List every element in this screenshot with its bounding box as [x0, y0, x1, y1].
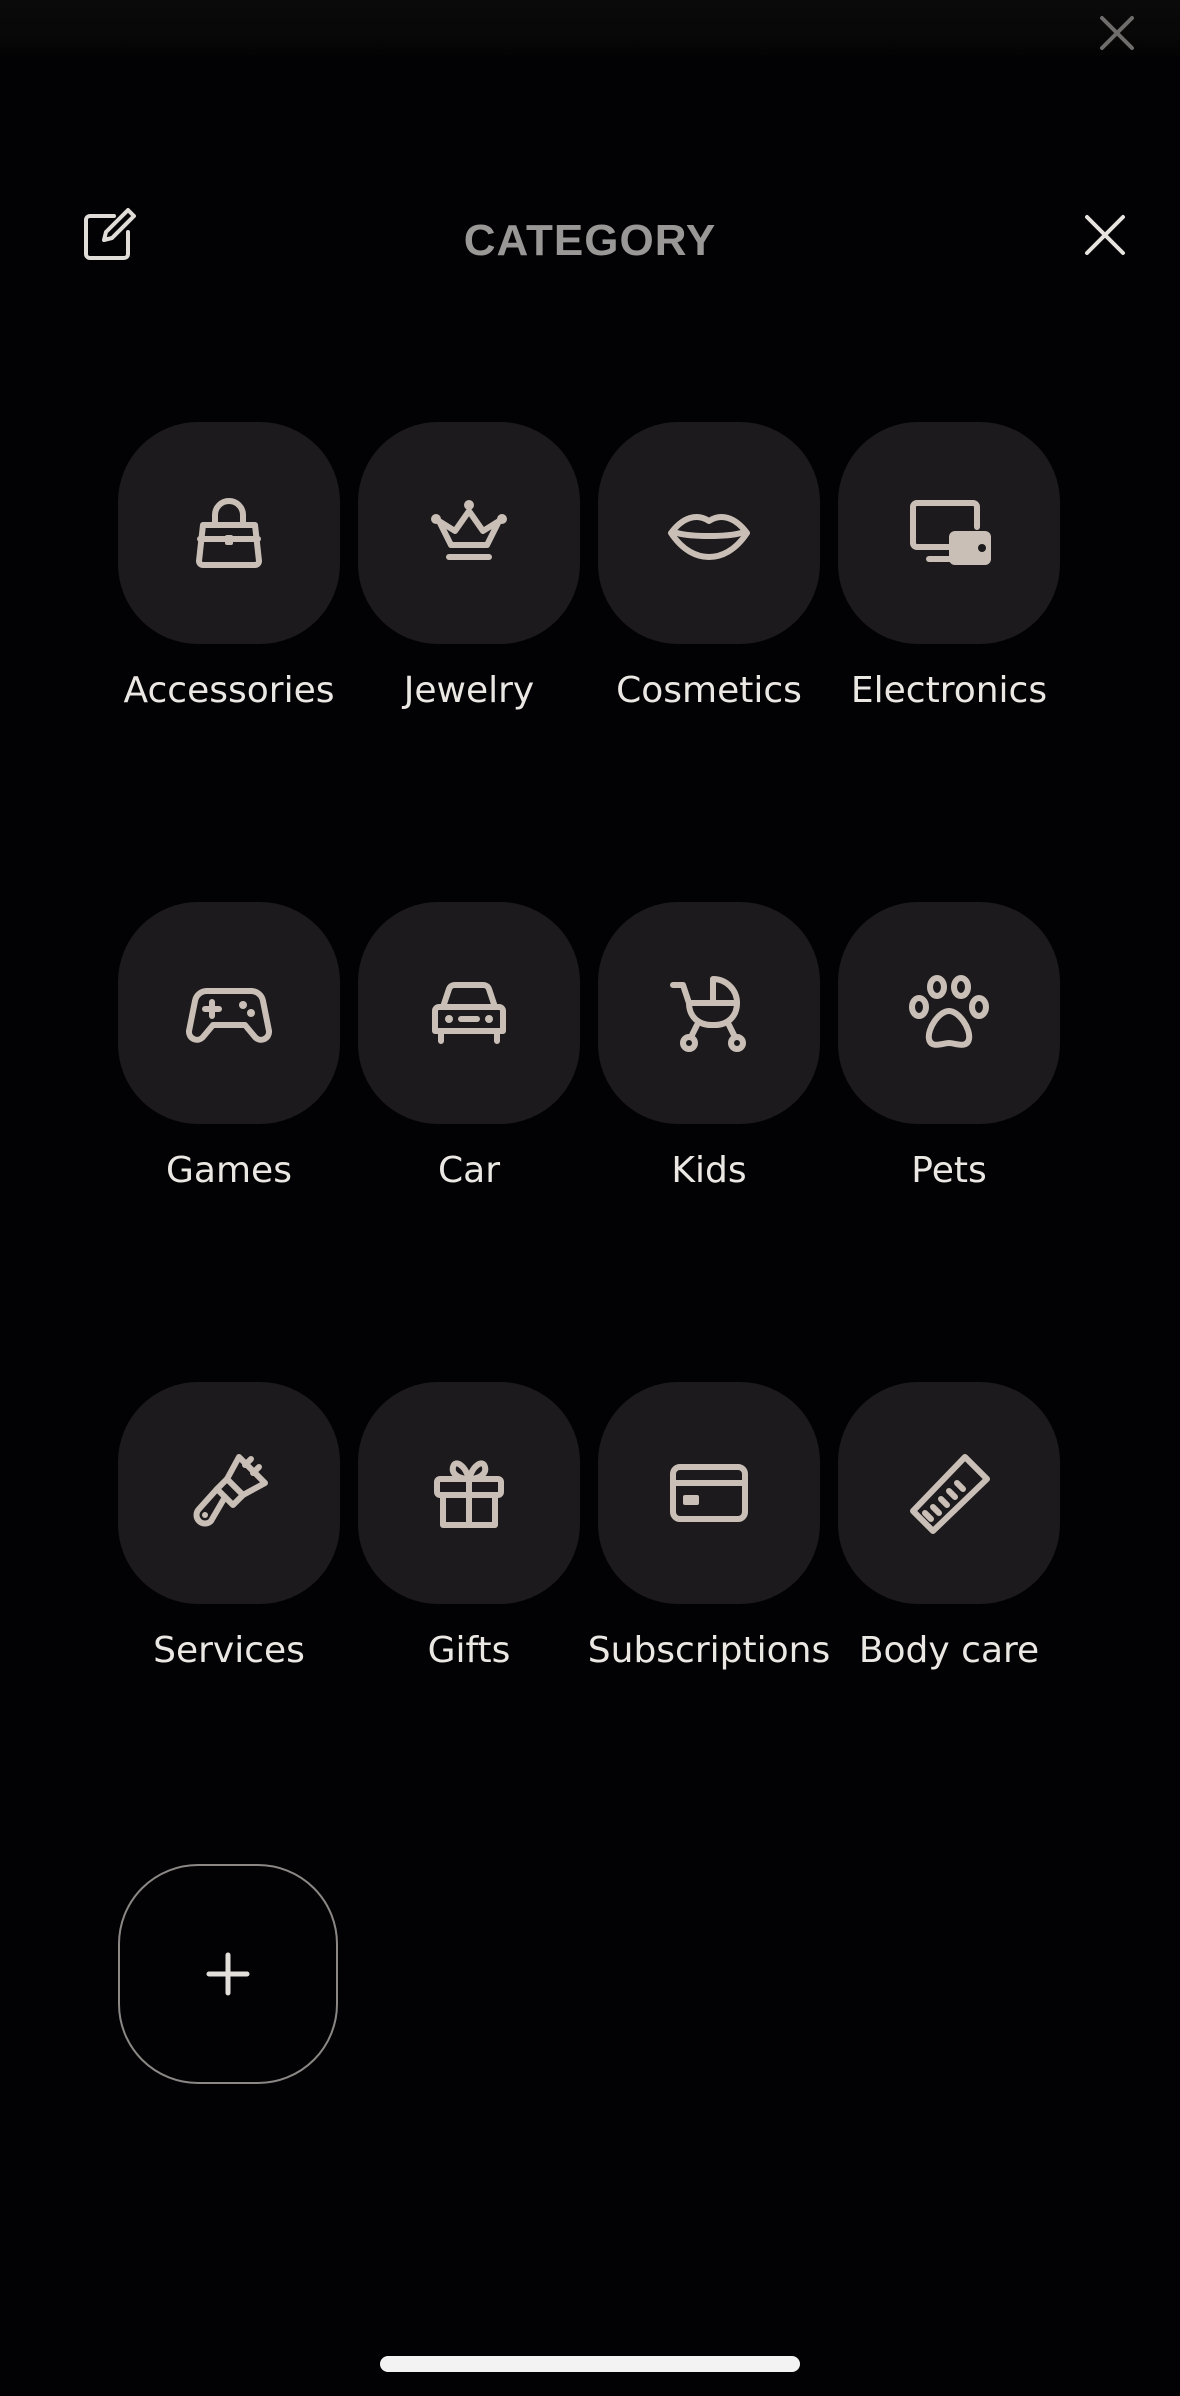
- category-tile[interactable]: [598, 1382, 820, 1604]
- category-car[interactable]: Car: [358, 902, 580, 1382]
- background-close-button[interactable]: [1094, 10, 1140, 56]
- category-label: Subscriptions: [587, 1630, 831, 1671]
- category-label: Services: [153, 1630, 305, 1671]
- category-games[interactable]: Games: [118, 902, 340, 1382]
- category-tile[interactable]: [838, 902, 1060, 1124]
- category-tile[interactable]: [838, 422, 1060, 644]
- category-label: Games: [166, 1150, 292, 1191]
- devices-icon: [910, 500, 991, 565]
- category-jewelry[interactable]: Jewelry: [358, 422, 580, 902]
- close-icon: [1100, 16, 1134, 50]
- category-electronics[interactable]: Electronics: [838, 422, 1060, 902]
- close-icon: [1085, 215, 1125, 255]
- category-tile[interactable]: [358, 1382, 580, 1604]
- category-pets[interactable]: Pets: [838, 902, 1060, 1382]
- car-icon: [432, 982, 506, 1044]
- paw-icon: [909, 975, 989, 1048]
- category-services[interactable]: Services: [118, 1382, 340, 1862]
- category-row: Games Car Kids Pets: [118, 902, 1062, 1382]
- category-subscriptions[interactable]: Subscriptions: [588, 1382, 830, 1862]
- category-body-care[interactable]: Body care: [838, 1382, 1060, 1862]
- header: CATEGORY: [0, 180, 1180, 300]
- page-title: CATEGORY: [463, 216, 717, 265]
- category-grid: Accessories Jewelry Cosmetics Electronic…: [118, 422, 1062, 1862]
- category-label: Pets: [911, 1150, 987, 1191]
- category-gifts[interactable]: Gifts: [358, 1382, 580, 1862]
- category-tile[interactable]: [598, 902, 820, 1124]
- home-indicator[interactable]: [380, 2356, 800, 2372]
- gift-icon: [434, 1460, 504, 1528]
- category-label: Body care: [858, 1630, 1040, 1671]
- add-category-button[interactable]: [118, 1864, 338, 2084]
- stroller-icon: [670, 976, 746, 1052]
- comb-icon: [910, 1454, 990, 1534]
- category-label: Jewelry: [403, 670, 535, 711]
- category-label: Accessories: [123, 670, 335, 711]
- category-label: Cosmetics: [616, 670, 802, 711]
- category-label: Gifts: [427, 1630, 511, 1671]
- category-label: Kids: [671, 1150, 747, 1191]
- handbag-icon: [196, 498, 262, 568]
- background-sheet: [0, 0, 1180, 56]
- category-tile[interactable]: [358, 422, 580, 644]
- credit-card-icon: [670, 1464, 748, 1522]
- category-kids[interactable]: Kids: [598, 902, 820, 1382]
- category-tile[interactable]: [358, 902, 580, 1124]
- category-row: Accessories Jewelry Cosmetics Electronic…: [118, 422, 1062, 902]
- category-label: Electronics: [850, 670, 1048, 711]
- close-button[interactable]: [1080, 210, 1130, 260]
- category-row: Services Gifts Subscriptions Body care: [118, 1382, 1062, 1862]
- category-tile[interactable]: [598, 422, 820, 644]
- category-label: Car: [438, 1150, 500, 1191]
- category-tile[interactable]: [118, 902, 340, 1124]
- plus-icon: [206, 1952, 250, 1996]
- gamepad-icon: [186, 988, 272, 1043]
- category-tile[interactable]: [118, 1382, 340, 1604]
- paintbrush-icon: [193, 1454, 268, 1527]
- crown-icon: [431, 500, 507, 560]
- category-cosmetics[interactable]: Cosmetics: [598, 422, 820, 902]
- lips-icon: [668, 514, 750, 560]
- category-accessories[interactable]: Accessories: [118, 422, 340, 902]
- category-tile[interactable]: [118, 422, 340, 644]
- category-tile[interactable]: [838, 1382, 1060, 1604]
